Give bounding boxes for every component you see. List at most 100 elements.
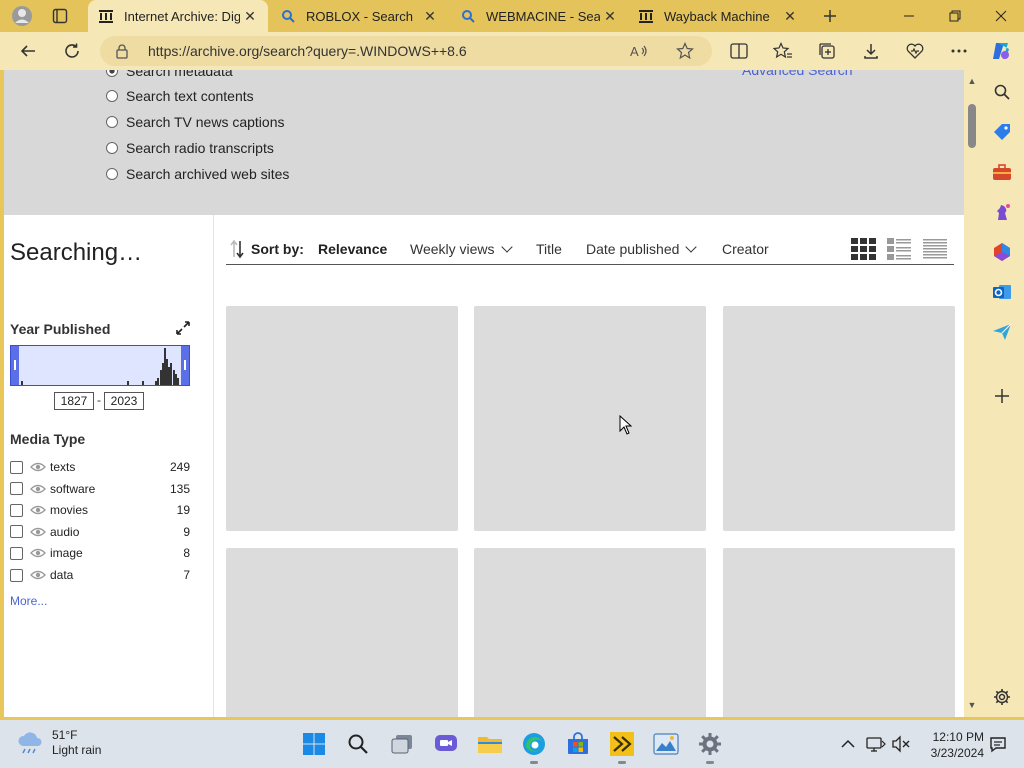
- file-explorer-icon[interactable]: [476, 730, 504, 758]
- result-tile-placeholder[interactable]: [474, 548, 706, 717]
- scroll-down-icon[interactable]: ▼: [967, 700, 977, 710]
- close-tab-icon[interactable]: ✕: [240, 6, 260, 26]
- page-scrollbar[interactable]: ▲ ▼: [964, 70, 980, 717]
- split-screen-icon[interactable]: [728, 40, 750, 62]
- eye-icon[interactable]: [30, 569, 46, 581]
- eye-icon[interactable]: [30, 526, 46, 538]
- tab-wayback-machine[interactable]: Wayback Machine ✕: [628, 0, 808, 32]
- result-tile-placeholder[interactable]: [226, 306, 458, 531]
- radio-search-text-contents[interactable]: Search text contents: [106, 86, 254, 106]
- media-type-item-image[interactable]: image 8: [10, 544, 190, 562]
- shopping-tag-icon[interactable]: [992, 122, 1012, 142]
- weather-widget[interactable]: 51°F Light rain: [16, 728, 101, 758]
- browser-essentials-icon[interactable]: [904, 40, 926, 62]
- facet-checkbox[interactable]: [10, 503, 23, 517]
- year-histogram[interactable]: [10, 345, 190, 386]
- histogram-min-handle[interactable]: [11, 346, 19, 385]
- eye-icon[interactable]: [30, 547, 46, 559]
- sidebar-search-icon[interactable]: [992, 82, 1012, 102]
- lock-icon[interactable]: [114, 43, 130, 59]
- media-type-item-texts[interactable]: texts 249: [10, 458, 190, 476]
- tab-actions-icon[interactable]: [46, 4, 74, 28]
- favorites-icon[interactable]: [772, 40, 794, 62]
- compact-list-view-icon[interactable]: [922, 237, 948, 261]
- facet-checkbox[interactable]: [10, 546, 23, 560]
- media-type-item-data[interactable]: data 7: [10, 566, 190, 584]
- result-tile-placeholder[interactable]: [723, 548, 955, 717]
- advanced-search-link[interactable]: Advanced Search: [742, 70, 853, 78]
- year-min-input[interactable]: 1827: [54, 392, 94, 410]
- media-type-item-software[interactable]: software 135: [10, 480, 190, 498]
- sort-weekly-views[interactable]: Weekly views: [410, 241, 513, 257]
- task-view-icon[interactable]: [388, 730, 416, 758]
- list-detail-view-icon[interactable]: [886, 237, 912, 261]
- radio-button[interactable]: [106, 142, 118, 154]
- url-text[interactable]: https://archive.org/search?query=.WINDOW…: [148, 43, 467, 59]
- close-window-icon[interactable]: [978, 0, 1024, 32]
- photos-app-icon[interactable]: [652, 730, 680, 758]
- radio-button[interactable]: [106, 116, 118, 128]
- result-tile-placeholder[interactable]: [723, 306, 955, 531]
- downloads-icon[interactable]: [860, 40, 882, 62]
- facet-checkbox[interactable]: [10, 482, 23, 496]
- volume-muted-icon[interactable]: [891, 734, 911, 754]
- windows-start-icon[interactable]: [300, 730, 328, 758]
- result-tile-placeholder[interactable]: [226, 548, 458, 717]
- send-drop-icon[interactable]: [992, 322, 1012, 342]
- show-hidden-icons-chevron-icon[interactable]: [838, 734, 858, 754]
- read-aloud-icon[interactable]: A: [630, 42, 648, 60]
- eye-icon[interactable]: [30, 461, 46, 473]
- favorite-star-icon[interactable]: [676, 42, 694, 60]
- result-tile-placeholder[interactable]: [474, 306, 706, 531]
- histogram-max-handle[interactable]: [181, 346, 189, 385]
- notifications-icon[interactable]: [988, 734, 1008, 754]
- more-media-types-link[interactable]: More...: [10, 594, 47, 608]
- tab-roblox-search[interactable]: ROBLOX - Search ✕: [270, 0, 448, 32]
- settings-app-icon[interactable]: [696, 730, 724, 764]
- taskbar-search-icon[interactable]: [344, 730, 372, 758]
- radio-search-tv-captions[interactable]: Search TV news captions: [106, 112, 285, 132]
- sort-date-published[interactable]: Date published: [586, 241, 698, 257]
- media-type-item-audio[interactable]: audio 9: [10, 523, 190, 541]
- radio-button[interactable]: [106, 70, 118, 77]
- games-chess-icon[interactable]: [992, 202, 1012, 222]
- sort-creator[interactable]: Creator: [722, 241, 769, 257]
- radio-search-metadata[interactable]: Search metadata: [106, 70, 233, 81]
- microsoft-store-icon[interactable]: [564, 730, 592, 758]
- facet-checkbox[interactable]: [10, 460, 23, 474]
- collections-icon[interactable]: [816, 40, 838, 62]
- tab-internet-archive[interactable]: Internet Archive: Digi ✕: [88, 0, 268, 32]
- media-type-item-movies[interactable]: movies 19: [10, 501, 190, 519]
- year-max-input[interactable]: 2023: [104, 392, 144, 410]
- address-bar[interactable]: https://archive.org/search?query=.WINDOW…: [100, 36, 712, 66]
- copilot-icon[interactable]: [990, 40, 1012, 62]
- scroll-up-icon[interactable]: ▲: [967, 76, 977, 86]
- archive-app-icon[interactable]: [608, 730, 636, 764]
- scroll-thumb[interactable]: [968, 104, 976, 148]
- close-tab-icon[interactable]: ✕: [420, 6, 440, 26]
- close-tab-icon[interactable]: ✕: [780, 6, 800, 26]
- facet-checkbox[interactable]: [10, 525, 23, 539]
- minimize-icon[interactable]: [886, 0, 932, 32]
- restore-icon[interactable]: [932, 0, 978, 32]
- outlook-icon[interactable]: [992, 282, 1012, 302]
- teams-chat-icon[interactable]: [432, 730, 460, 758]
- sort-direction-icon[interactable]: [230, 239, 244, 259]
- radio-button[interactable]: [106, 168, 118, 180]
- back-arrow-icon[interactable]: [14, 37, 42, 65]
- tab-webmacine-search[interactable]: WEBMACINE - Search ✕: [450, 0, 628, 32]
- radio-search-archived-sites[interactable]: Search archived web sites: [106, 164, 289, 184]
- new-tab-icon[interactable]: [816, 4, 844, 28]
- settings-gear-icon[interactable]: [992, 687, 1012, 707]
- add-sidebar-app-icon[interactable]: [992, 386, 1012, 406]
- tools-briefcase-icon[interactable]: [992, 162, 1012, 182]
- close-tab-icon[interactable]: ✕: [600, 6, 620, 26]
- sort-relevance[interactable]: Relevance: [318, 241, 387, 257]
- facet-checkbox[interactable]: [10, 568, 23, 582]
- expand-icon[interactable]: [176, 321, 190, 335]
- more-options-icon[interactable]: [948, 40, 970, 62]
- eye-icon[interactable]: [30, 504, 46, 516]
- profile-avatar-icon[interactable]: [8, 4, 36, 28]
- sort-title[interactable]: Title: [536, 241, 562, 257]
- tile-view-icon[interactable]: [850, 237, 876, 261]
